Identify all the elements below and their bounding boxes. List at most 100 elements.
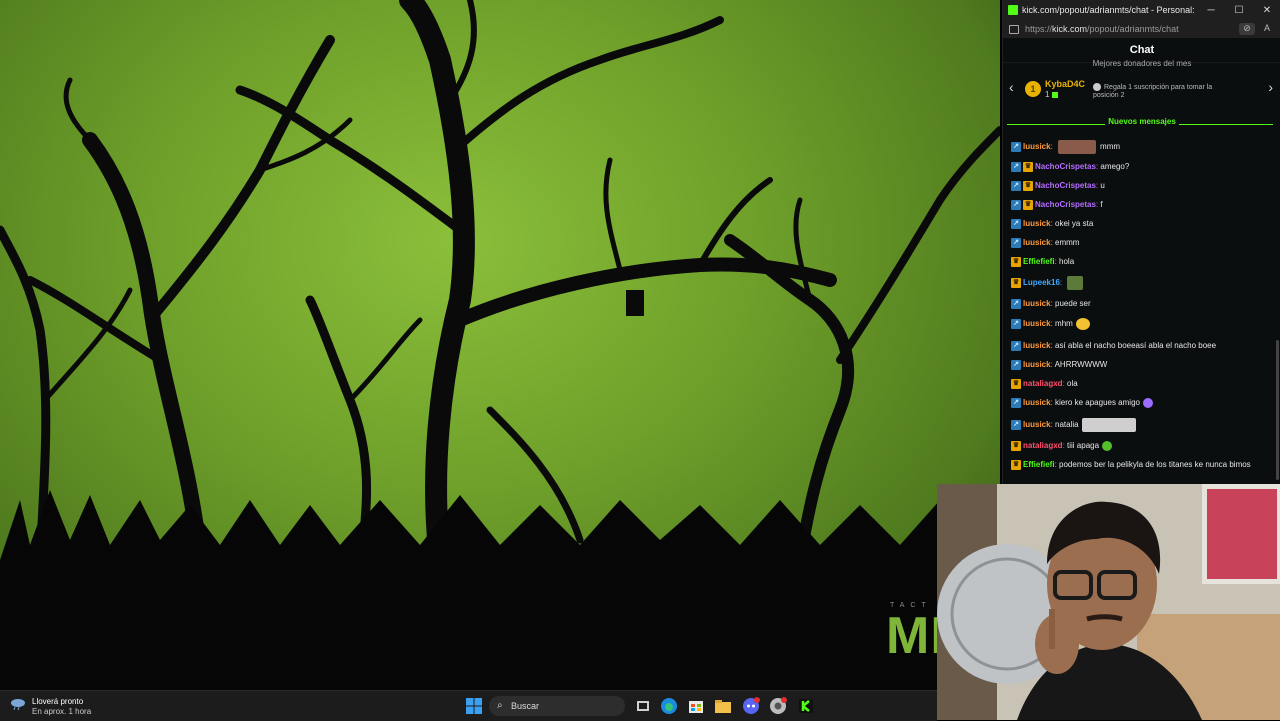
store-icon[interactable] [687, 697, 705, 715]
subscriber-badge-icon: ♛ [1023, 180, 1033, 191]
address-bar[interactable]: https://kick.com/popout/adrianmts/chat ⊘… [1003, 20, 1280, 38]
chat-message: ↗ ♛ NachoCrispetas: f [1011, 199, 1273, 210]
chat-username[interactable]: nataliagxd [1023, 379, 1063, 388]
tracking-prevention-icon[interactable]: ⊘ [1239, 23, 1255, 35]
verified-badge-icon: ↗ [1011, 319, 1021, 329]
chrome-icon[interactable] [769, 697, 787, 715]
info-icon [1093, 83, 1101, 91]
chat-message-text: podemos ber la pelikyla de los titanes k… [1059, 460, 1251, 469]
smile-emote-icon [1075, 318, 1090, 330]
chat-username[interactable]: luusick [1023, 142, 1051, 151]
subscriber-badge-icon: ♛ [1011, 378, 1021, 389]
task-view-icon[interactable] [634, 697, 652, 715]
search-label: Buscar [511, 701, 540, 711]
chat-message: ↗ luusick: natalia [1011, 418, 1273, 432]
subscriber-badge-icon: ♛ [1011, 459, 1021, 470]
edge-browser-icon[interactable] [660, 697, 678, 715]
subscriber-badge-icon: ♛ [1023, 161, 1033, 172]
subscriber-badge-icon: ♛ [1011, 440, 1021, 451]
browser-popup-window: kick.com/popout/adrianmts/chat - Persona… [1002, 0, 1280, 484]
verified-badge-icon: ↗ [1011, 218, 1021, 229]
new-messages-label: Nuevos mensajes [1003, 117, 1280, 126]
verified-badge-icon: ↗ [1011, 420, 1021, 430]
subscriber-badge-icon: ♛ [1011, 278, 1021, 288]
chat-message: ↗ luusick: mmm [1011, 140, 1273, 154]
chevron-right-icon[interactable]: › [1268, 79, 1273, 95]
chat-username[interactable]: luusick [1023, 420, 1051, 429]
subscriber-badge-icon: ♛ [1023, 199, 1033, 210]
window-title: kick.com/popout/adrianmts/chat - Persona… [1022, 5, 1197, 15]
chat-username[interactable]: NachoCrispetas [1035, 162, 1096, 171]
url-scheme: https:// [1025, 24, 1053, 34]
verified-badge-icon: ↗ [1011, 340, 1021, 351]
gift-icon [1051, 91, 1058, 98]
chat-message-text: ola [1067, 379, 1078, 388]
rain-cloud-icon [11, 699, 25, 711]
chat-message-text: f [1100, 200, 1103, 209]
verified-badge-icon: ↗ [1011, 237, 1021, 248]
chat-message-text: okei ya sta [1055, 219, 1094, 228]
chat-message-text: kiero ke apagues amigo [1055, 398, 1140, 407]
windows-start-icon[interactable] [465, 697, 483, 715]
chat-username[interactable]: luusick [1023, 319, 1051, 328]
photo-emote-icon [1058, 140, 1097, 154]
chat-message-text: mmm [1100, 142, 1121, 152]
chat-message: ↗ luusick: okei ya sta [1011, 218, 1273, 229]
chat-username[interactable]: nataliagxd [1023, 441, 1063, 450]
kick-app-icon[interactable] [797, 697, 815, 715]
verified-badge-icon: ↗ [1011, 359, 1021, 370]
chat-username[interactable]: Effiefiefi [1023, 257, 1055, 266]
photo-emote-icon [1081, 418, 1136, 432]
gift-sub-cta[interactable]: Regala 1 suscripción para tomar la posic… [1093, 83, 1233, 100]
search-icon: ⌕ [497, 700, 503, 711]
chat-separator: : [1059, 278, 1065, 288]
chat-message-text: amego? [1100, 162, 1130, 171]
chat-message: ↗ luusick: emmm [1011, 237, 1273, 248]
chat-message-text: emmm [1055, 238, 1080, 247]
taskbar-search[interactable]: ⌕ Buscar [489, 696, 625, 716]
chat-username[interactable]: luusick [1023, 299, 1051, 308]
frog-emote-icon [1067, 276, 1084, 290]
webcam-overlay [937, 484, 1280, 720]
chat-message: ♛ Effiefiefi: podemos ber la pelikyla de … [1011, 459, 1273, 470]
chat-username[interactable]: luusick [1023, 238, 1051, 247]
desktop-wallpaper: TACT ME [0, 0, 1000, 690]
discord-icon[interactable] [742, 697, 760, 715]
url-text[interactable]: https://kick.com/popout/adrianmts/chat [1025, 24, 1235, 34]
chevron-left-icon[interactable]: ‹ [1009, 79, 1014, 95]
chat-username[interactable]: NachoCrispetas [1035, 181, 1096, 190]
chat-username[interactable]: luusick [1023, 219, 1051, 228]
chat-message: ♛ Effiefiefi: hola [1011, 256, 1273, 267]
chat-message: ↗ luusick: puede ser [1011, 298, 1273, 309]
chat-message-text: mhm [1055, 319, 1073, 329]
weather-subtitle: En aprox. 1 hora [32, 707, 92, 716]
chat-message: ♛ Lupeek16: [1011, 276, 1273, 290]
verified-badge-icon: ↗ [1011, 199, 1021, 210]
chat-message-text: natalia [1055, 420, 1079, 430]
chat-username[interactable]: NachoCrispetas [1035, 200, 1096, 209]
lock-icon [1009, 24, 1019, 34]
verified-badge-icon: ↗ [1011, 298, 1021, 309]
chat-scrollbar[interactable] [1276, 340, 1279, 480]
chat-message-text: puede ser [1055, 299, 1091, 308]
chat-message: ♛ nataliagxd: tiii apaga [1011, 440, 1273, 451]
chat-message-text: así abla el nacho boeeasí abla el nacho … [1055, 341, 1217, 350]
read-aloud-icon[interactable]: A [1259, 23, 1275, 35]
top-donors-heading: Mejores donadores del mes [1092, 59, 1192, 68]
donor-count-value: 1 [1045, 90, 1050, 99]
file-explorer-icon[interactable] [714, 697, 732, 715]
chat-username[interactable]: Effiefiefi [1023, 460, 1055, 469]
chat-username[interactable]: luusick [1023, 341, 1051, 350]
chat-message: ↗ luusick: kiero ke apagues amigo [1011, 397, 1273, 408]
chat-username[interactable]: Lupeek16 [1023, 278, 1060, 287]
top-donor-name[interactable]: KybaD4C [1045, 79, 1085, 89]
chat-message: ↗ luusick: mhm [1011, 318, 1273, 330]
close-button[interactable]: ✕ [1253, 5, 1280, 16]
verified-badge-icon: ↗ [1011, 161, 1021, 172]
maximize-button[interactable]: ☐ [1225, 5, 1253, 16]
chat-username[interactable]: luusick [1023, 398, 1051, 407]
window-titlebar: kick.com/popout/adrianmts/chat - Persona… [1003, 0, 1280, 20]
chat-username[interactable]: luusick [1023, 360, 1051, 369]
minimize-button[interactable]: ─ [1197, 5, 1225, 16]
rank-medal-icon: 1 [1025, 81, 1041, 97]
